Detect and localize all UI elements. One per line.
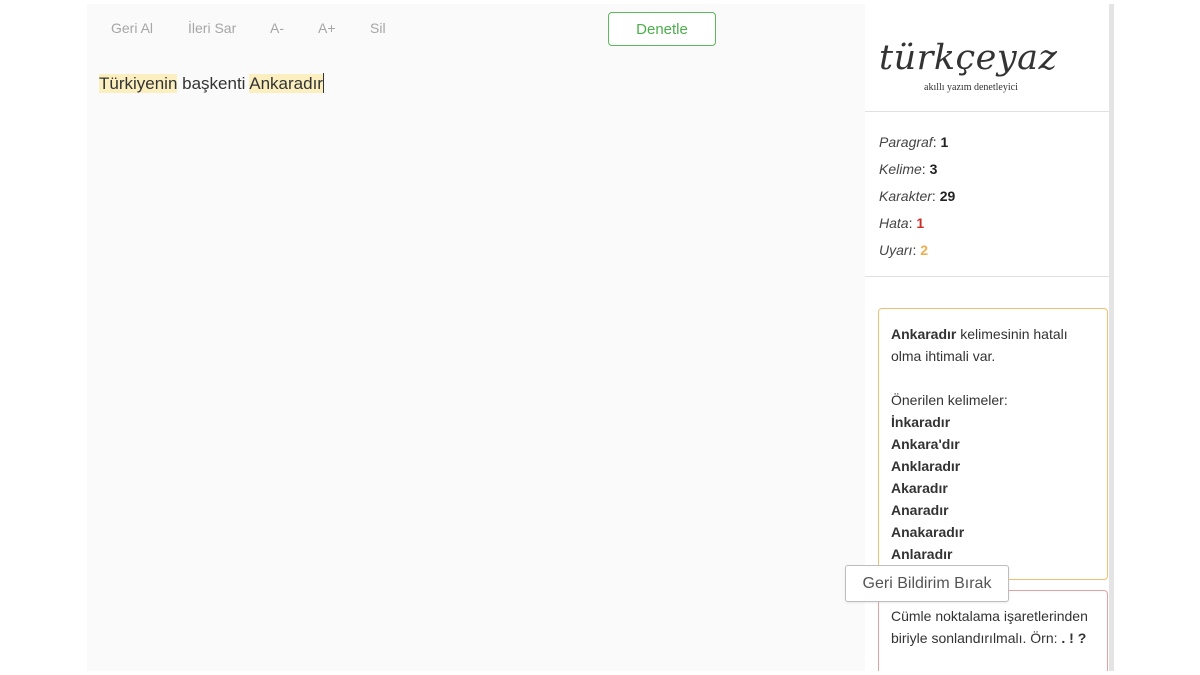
stat-label: Kelime	[879, 161, 922, 177]
error-text: Cümle noktalama işaretlerinden biriyle s…	[891, 608, 1088, 646]
redo-button[interactable]: İleri Sar	[188, 20, 236, 36]
clear-button[interactable]: Sil	[370, 20, 386, 36]
stat-error: Hata: 1	[879, 215, 925, 231]
stat-label: Karakter	[879, 188, 932, 204]
brand-subtitle: akıllı yazım denetleyici	[924, 82, 1018, 93]
font-increase-button[interactable]: A+	[318, 20, 336, 36]
stat-value: 2	[920, 242, 929, 258]
text-editor[interactable]: Türkiyenin başkenti Ankaradır	[99, 72, 849, 662]
suggestion-item[interactable]: Ankara'dır	[891, 433, 1094, 455]
suggestions-label: Önerilen kelimeler:	[891, 392, 1008, 408]
highlighted-word[interactable]: Ankaradır	[249, 74, 323, 93]
suggestion-item[interactable]: Anlaradır	[891, 543, 1094, 565]
text-caret	[322, 73, 324, 93]
stat-value: 29	[939, 188, 956, 204]
brand-title: türkçeyaz	[879, 38, 1058, 78]
check-button[interactable]: Denetle	[608, 12, 716, 46]
highlighted-word[interactable]: Türkiyenin	[99, 74, 178, 93]
divider	[865, 111, 1109, 112]
stat-label: Uyarı	[879, 242, 913, 258]
suggestion-item[interactable]: Anakaradır	[891, 521, 1094, 543]
punctuation-example: . ! ?	[1061, 630, 1087, 646]
suggestion-item[interactable]: Anklaradır	[891, 455, 1094, 477]
suggestion-list: İnkaradır Ankara'dır Anklaradır Akaradır…	[891, 411, 1094, 565]
flagged-word: Ankaradır	[891, 326, 957, 342]
stat-warning: Uyarı: 2	[879, 242, 929, 258]
font-decrease-button[interactable]: A-	[270, 20, 284, 36]
stat-label: Hata	[879, 215, 909, 231]
suggestion-item[interactable]: Akaradır	[891, 477, 1094, 499]
warning-message: Ankaradır kelimesinin hatalı olma ihtima…	[891, 323, 1094, 367]
stat-label: Paragraf	[879, 134, 933, 150]
editor-text: başkenti	[177, 74, 250, 93]
stat-paragraph: Paragraf: 1	[879, 134, 949, 150]
suggestion-item[interactable]: Anaradır	[891, 499, 1094, 521]
suggestion-item[interactable]: İnkaradır	[891, 411, 1094, 433]
error-card: Cümle noktalama işaretlerinden biriyle s…	[878, 590, 1108, 671]
stat-value: 1	[940, 134, 949, 150]
divider	[865, 276, 1109, 277]
warning-card: Ankaradır kelimesinin hatalı olma ihtima…	[878, 308, 1108, 580]
stat-word: Kelime: 3	[879, 161, 938, 177]
undo-button[interactable]: Geri Al	[111, 20, 153, 36]
stat-value: 3	[929, 161, 938, 177]
stat-char: Karakter: 29	[879, 188, 956, 204]
toolbar: Geri Al İleri Sar A- A+ Sil Denetle	[87, 4, 857, 54]
brand-logo: türkçeyaz akıllı yazım denetleyici	[879, 38, 1079, 98]
feedback-button[interactable]: Geri Bildirim Bırak	[845, 565, 1009, 602]
stat-value: 1	[916, 215, 925, 231]
stats-panel: Paragraf: 1 Kelime: 3 Karakter: 29 Hata:…	[879, 132, 955, 267]
